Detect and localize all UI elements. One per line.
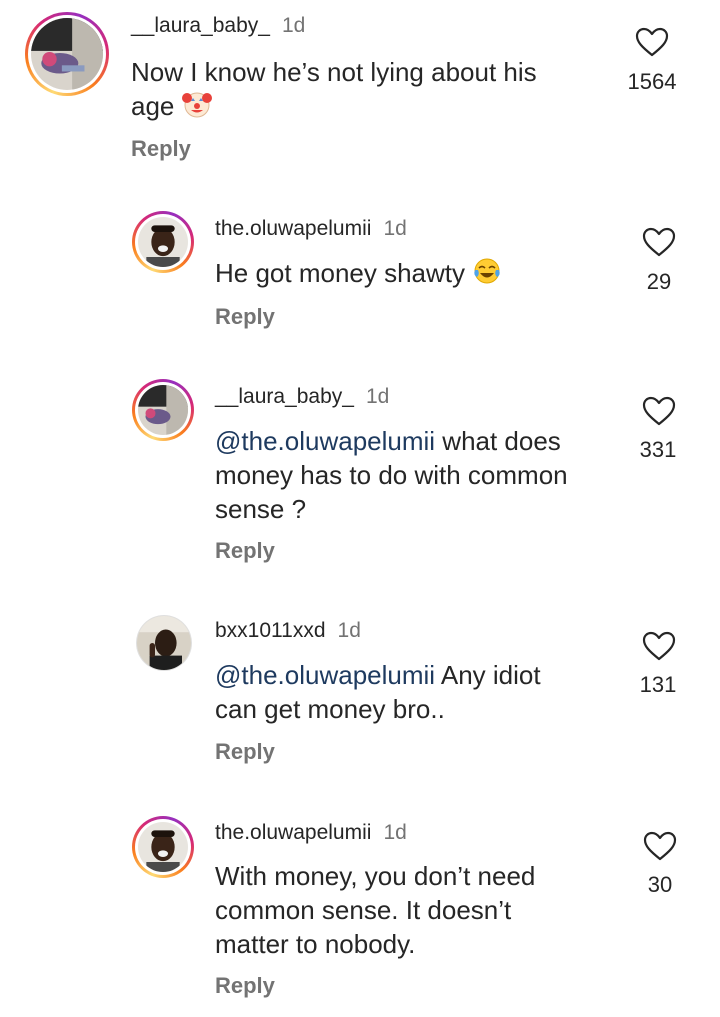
comment-item: __laura_baby_ 1d Now I know he’s not lyin… [0, 0, 720, 200]
comment-text-line: @the.oluwapelumii Any idiot [215, 660, 541, 690]
comment-text-line: money has to do with common [215, 460, 568, 490]
username-text[interactable]: bxx1011xxd [215, 619, 326, 642]
username-text[interactable]: __laura_baby_ [131, 14, 270, 37]
like-count: 1564 [627, 69, 677, 94]
comment-time: 1d [383, 217, 407, 240]
username-text[interactable]: the.oluwapelumii [215, 821, 371, 844]
clown-face-icon [181, 92, 212, 118]
comment-text: Now I know he’s not lying about his age [131, 55, 591, 123]
comment-username[interactable]: __laura_baby_ 1d [215, 385, 389, 409]
like-count: 29 [646, 269, 672, 294]
avatar[interactable] [136, 615, 192, 671]
tears-of-joy-face-icon [474, 258, 500, 284]
heart-outline-icon[interactable] [641, 395, 677, 427]
comment-time: 1d [365, 385, 390, 408]
comment-time: 1d [383, 821, 407, 844]
comment-text: With money, you don’t need common sense.… [215, 859, 625, 961]
reply-button[interactable]: Reply [215, 538, 275, 564]
reply-button[interactable]: Reply [215, 304, 275, 330]
avatar[interactable] [132, 211, 194, 273]
mention-link[interactable]: @the.oluwapelumii [215, 660, 435, 690]
comment-time: 1d [337, 619, 361, 642]
comment-text-line: age [131, 89, 591, 123]
reply-button[interactable]: Reply [215, 739, 275, 765]
reply-comment-item: __laura_baby_ 1d @the.oluwapelumii what d… [0, 370, 720, 605]
comment-username[interactable]: __laura_baby_ 1d [131, 14, 305, 38]
reply-comment-item: the.oluwapelumii 1d With money, you don’t… [0, 805, 720, 1017]
comment-text-line: Now I know he’s not lying about his [131, 57, 537, 87]
heart-outline-icon[interactable] [641, 226, 677, 258]
mention-link[interactable]: @the.oluwapelumii [215, 426, 435, 456]
like-count: 30 [647, 872, 673, 897]
avatar-photo [137, 616, 191, 670]
comment-text-line: With money, you don’t need [215, 861, 536, 891]
comment-text-line: common sense. It doesn’t [215, 895, 512, 925]
avatar[interactable] [25, 12, 109, 96]
heart-outline-icon[interactable] [641, 630, 677, 662]
heart-outline-icon[interactable] [634, 26, 670, 58]
avatar-photo [138, 385, 188, 435]
comment-username[interactable]: the.oluwapelumii 1d [215, 821, 407, 845]
reply-button[interactable]: Reply [131, 136, 191, 162]
like-count: 331 [639, 437, 677, 462]
reply-button[interactable]: Reply [215, 973, 275, 999]
comment-time: 1d [281, 14, 306, 37]
username-text[interactable]: the.oluwapelumii [215, 217, 371, 240]
comment-username[interactable]: bxx1011xxd 1d [215, 619, 361, 643]
heart-outline-icon[interactable] [642, 830, 678, 862]
comment-text-line: can get money bro.. [215, 694, 445, 724]
comment-text-line: @the.oluwapelumii what does [215, 426, 561, 456]
reply-comment-item: the.oluwapelumii 1d He got money shawty R… [0, 200, 720, 370]
avatar-photo [31, 18, 103, 90]
comment-text-line: matter to nobody. [215, 929, 416, 959]
reply-comment-item: bxx1011xxd 1d @the.oluwapelumii Any idiot… [0, 605, 720, 805]
comment-text: @the.oluwapelumii Any idiot can get mone… [215, 658, 625, 726]
avatar[interactable] [132, 816, 194, 878]
avatar-photo [138, 822, 188, 872]
avatar-photo [138, 217, 188, 267]
username-text[interactable]: __laura_baby_ [215, 385, 354, 408]
like-count: 131 [639, 672, 677, 697]
comment-username[interactable]: the.oluwapelumii 1d [215, 217, 407, 241]
avatar[interactable] [132, 379, 194, 441]
comment-text: He got money shawty [215, 256, 615, 290]
comment-text: @the.oluwapelumii what does money has to… [215, 424, 625, 526]
comment-text-line: He got money shawty [215, 256, 615, 290]
comment-text-line: sense ? [215, 494, 307, 524]
